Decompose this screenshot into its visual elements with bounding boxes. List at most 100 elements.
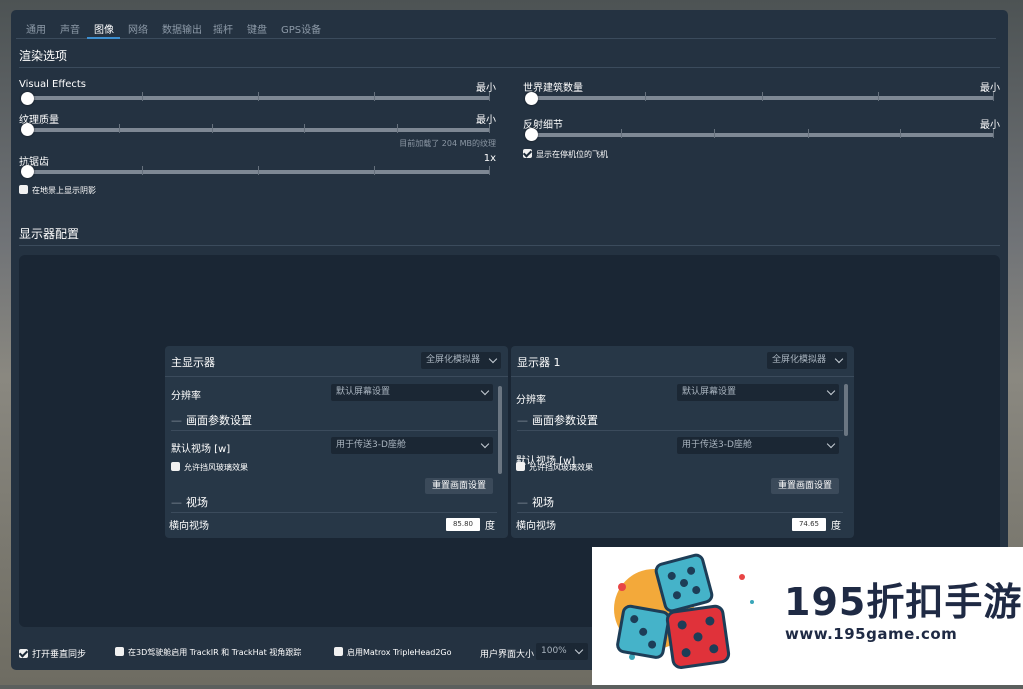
windshield-label: 允许挡风玻璃效果: [529, 463, 593, 472]
slider-tick: [489, 92, 490, 101]
watermark-url: www.195game.com: [785, 625, 958, 643]
fov-section-divider: [171, 512, 497, 513]
monitor-mode-value: 全屏化模拟器: [772, 355, 827, 365]
dice-logo-icon: [614, 553, 754, 669]
resolution-value: 默认屏幕设置: [682, 387, 737, 397]
hfov-input[interactable]: 85.80: [446, 518, 480, 531]
reflection-detail-value: 最小: [980, 120, 1000, 131]
display-section-divider: [19, 245, 1000, 246]
tab-network[interactable]: 网络: [128, 21, 148, 36]
param-section-divider: [171, 430, 497, 431]
windshield-label: 允许挡风玻璃效果: [184, 463, 248, 472]
tab-graphics[interactable]: 图像: [94, 21, 114, 36]
monitor-mode-dropdown[interactable]: 全屏化模拟器: [421, 352, 501, 369]
chevron-down-icon: [488, 354, 498, 364]
slider-tick: [489, 166, 490, 175]
visual-effects-slider-knob[interactable]: [21, 92, 34, 105]
checkbox-box[interactable]: [516, 462, 525, 471]
slider-tick: [808, 129, 809, 138]
monitor-scrollbar[interactable]: [498, 386, 502, 474]
monitor-scrollbar[interactable]: [844, 384, 848, 436]
chevron-down-icon: [834, 354, 844, 364]
texture-quality-slider-knob[interactable]: [21, 123, 34, 136]
trackir-checkbox[interactable]: 在3D驾驶舱启用 TrackIR 和 TrackHat 视角跟踪: [115, 647, 301, 658]
render-section-divider: [19, 67, 1000, 68]
slider-tick: [212, 124, 213, 133]
chevron-down-icon: [574, 645, 584, 655]
param-section-label: 画面参数设置: [532, 414, 598, 427]
resolution-label: 分辨率: [171, 391, 201, 402]
checkbox-box[interactable]: [334, 647, 343, 656]
antialiasing-slider[interactable]: [22, 170, 490, 174]
matrox-checkbox[interactable]: 启用Matrox TripleHead2Go: [334, 647, 452, 658]
antialiasing-slider-knob[interactable]: [21, 165, 34, 178]
fov-section-heading: — 视场: [171, 496, 208, 509]
param-section-heading: — 画面参数设置: [517, 414, 598, 427]
slider-tick: [397, 124, 398, 133]
tab-data-output[interactable]: 数据输出: [162, 21, 202, 36]
windshield-checkbox[interactable]: 允许挡风玻璃效果: [516, 462, 593, 473]
resolution-dropdown[interactable]: 默认屏幕设置: [331, 384, 493, 401]
monitor-header-divider: [511, 376, 854, 377]
tab-sound[interactable]: 声音: [60, 21, 80, 36]
matrox-label: 启用Matrox TripleHead2Go: [347, 648, 452, 657]
world-objects-slider-knob[interactable]: [525, 92, 538, 105]
windshield-checkbox[interactable]: 允许挡风玻璃效果: [171, 462, 248, 473]
default-fov-dropdown[interactable]: 用于传送3-D座舱: [677, 437, 839, 454]
reset-display-button[interactable]: 重置画面设置: [771, 478, 839, 494]
checkbox-box[interactable]: [115, 647, 124, 656]
slider-tick: [119, 124, 120, 133]
default-fov-value: 用于传送3-D座舱: [682, 440, 752, 450]
texture-quality-slider[interactable]: [22, 128, 490, 132]
ui-size-value: 100%: [541, 646, 567, 656]
monitor-title: 显示器 1: [517, 356, 561, 369]
slider-tick: [645, 92, 646, 101]
watermark-overlay: 195折扣手游 www.195game.com: [592, 547, 1023, 685]
slider-tick: [714, 129, 715, 138]
monitor-card-secondary: 显示器 1 全屏化模拟器 分辨率 默认屏幕设置 — 画面参数设置 默认视场 [w]…: [511, 346, 854, 538]
fov-section-divider: [517, 512, 843, 513]
ui-size-dropdown[interactable]: 100%: [536, 643, 588, 660]
texture-memory-hint: 目前加载了 204 MB的纹理: [399, 139, 496, 148]
visual-effects-slider[interactable]: [22, 96, 490, 100]
checkbox-box[interactable]: [19, 185, 28, 194]
reset-display-button[interactable]: 重置画面设置: [425, 478, 493, 494]
fov-section-heading: — 视场: [517, 496, 554, 509]
param-section-divider: [517, 430, 843, 431]
slider-tick: [900, 129, 901, 138]
monitor-mode-dropdown[interactable]: 全屏化模拟器: [767, 352, 847, 369]
tab-joystick[interactable]: 摇杆: [213, 21, 233, 36]
param-section-heading: — 画面参数设置: [171, 414, 252, 427]
fov-section-label: 视场: [186, 496, 208, 509]
hfov-label: 横向视场: [516, 521, 556, 532]
display-section-title: 显示器配置: [19, 227, 80, 241]
chevron-down-icon: [826, 439, 836, 449]
parked-aircraft-checkbox[interactable]: 显示在停机位的飞机: [523, 149, 608, 160]
resolution-dropdown[interactable]: 默认屏幕设置: [677, 384, 839, 401]
checkbox-box[interactable]: [19, 649, 28, 658]
reflection-detail-slider[interactable]: [526, 133, 994, 137]
hfov-unit: 度: [485, 521, 495, 532]
default-fov-dropdown[interactable]: 用于传送3-D座舱: [331, 437, 493, 454]
default-fov-value: 用于传送3-D座舱: [336, 440, 406, 450]
hfov-unit: 度: [831, 521, 841, 532]
slider-tick: [993, 129, 994, 138]
vsync-checkbox[interactable]: 打开垂直同步: [19, 647, 86, 660]
slider-tick: [993, 92, 994, 101]
slider-tick: [142, 92, 143, 101]
hfov-input[interactable]: 74.65: [792, 518, 826, 531]
checkbox-box[interactable]: [523, 149, 532, 158]
tab-gps[interactable]: GPS设备: [281, 21, 321, 36]
monitor-card-main: 主显示器 全屏化模拟器 分辨率 默认屏幕设置 — 画面参数设置 默认视场 [w] …: [165, 346, 508, 538]
tab-general[interactable]: 通用: [26, 21, 46, 36]
tab-keyboard[interactable]: 键盘: [247, 21, 267, 36]
parked-aircraft-label: 显示在停机位的飞机: [536, 150, 608, 159]
checkbox-box[interactable]: [171, 462, 180, 471]
world-objects-slider[interactable]: [526, 96, 994, 100]
texture-quality-value: 最小: [476, 115, 496, 126]
slider-tick: [878, 92, 879, 101]
ground-shadows-checkbox[interactable]: 在地景上显示阴影: [19, 185, 96, 196]
reflection-detail-slider-knob[interactable]: [525, 128, 538, 141]
chevron-down-icon: [480, 386, 490, 396]
visual-effects-label: Visual Effects: [19, 79, 87, 90]
